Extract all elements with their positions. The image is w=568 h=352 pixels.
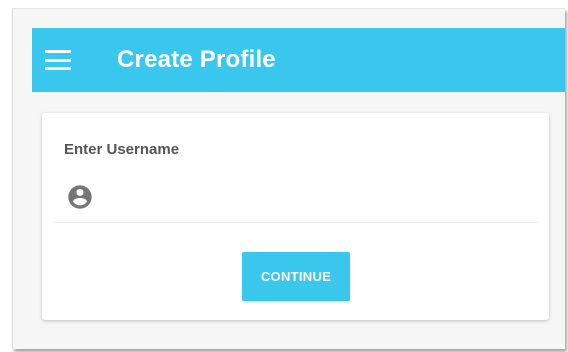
menu-icon-bar: [45, 67, 71, 70]
continue-button[interactable]: CONTINUE: [242, 252, 350, 301]
page-title: Create Profile: [117, 46, 276, 73]
menu-icon-bar: [45, 58, 71, 62]
app-window: Create Profile Enter Username CONTINUE: [12, 8, 565, 349]
app-bar: Create Profile: [32, 28, 565, 92]
profile-card: Enter Username CONTINUE: [42, 113, 549, 320]
input-underline: [54, 222, 538, 223]
menu-icon-bar: [45, 50, 71, 53]
username-label: Enter Username: [64, 141, 180, 158]
menu-icon[interactable]: [45, 50, 71, 70]
account-circle-icon: [68, 185, 92, 209]
username-input[interactable]: [104, 181, 536, 215]
